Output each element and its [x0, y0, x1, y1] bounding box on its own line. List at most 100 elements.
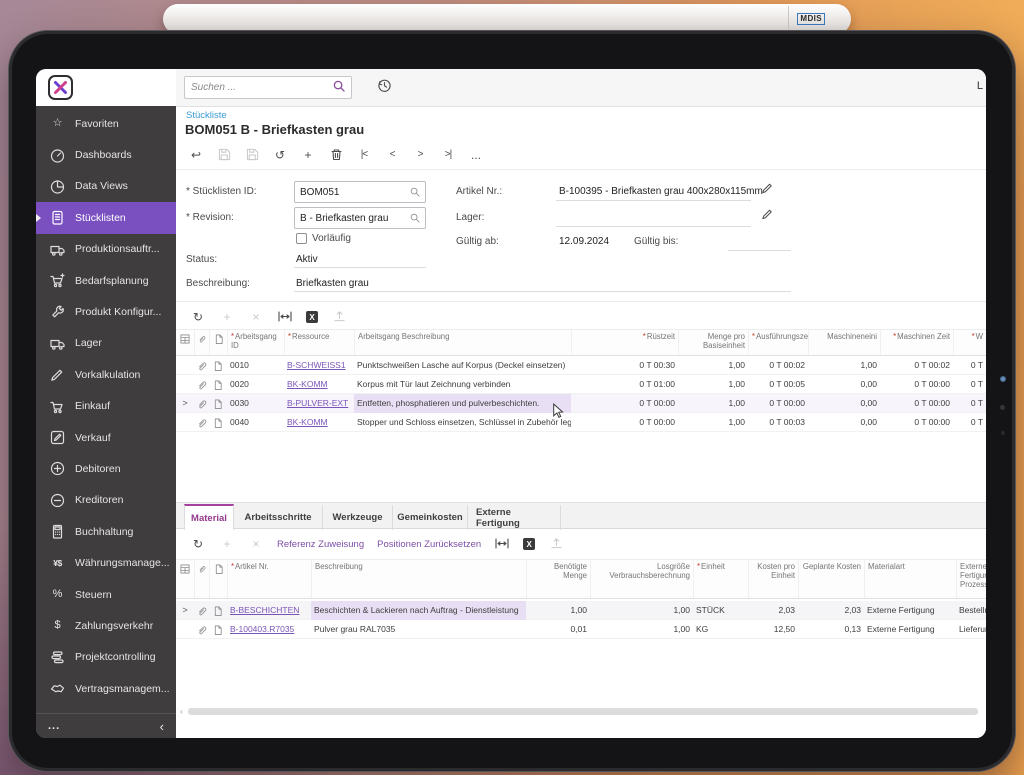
col-materialart[interactable]: Materialart	[864, 560, 956, 598]
cell-beschreibung[interactable]: Beschichten & Lackieren nach Auftrag - D…	[311, 601, 526, 620]
note-icon[interactable]	[209, 375, 227, 394]
tab-material[interactable]: Material	[184, 504, 234, 530]
attachment-icon[interactable]	[194, 394, 209, 413]
sidebar-item-stuecklisten[interactable]: Stücklisten	[36, 202, 176, 234]
breadcrumb[interactable]: Stückliste	[186, 110, 227, 121]
attachment-icon[interactable]	[194, 375, 209, 394]
attachment-icon[interactable]	[194, 620, 209, 639]
stuecklisten-id-field[interactable]: BOM051	[294, 181, 426, 203]
ressource-link[interactable]: BK-KOMM	[287, 417, 328, 427]
delete-button[interactable]	[328, 148, 344, 163]
more-actions-button[interactable]: ...	[468, 149, 484, 161]
table-row[interactable]: 0040 BK-KOMM Stopper und Schloss einsetz…	[176, 413, 986, 432]
col-w-clipped[interactable]: *W	[953, 330, 986, 355]
col-kosten-pro-einheit[interactable]: Kosten pro Einheit	[748, 560, 798, 598]
sidebar-item-buchhaltung[interactable]: Buchhaltung	[36, 516, 176, 547]
sidebar-item-einkauf[interactable]: Einkauf	[36, 391, 176, 422]
attachment-icon[interactable]	[194, 413, 209, 432]
sidebar-item-data-views[interactable]: Data Views	[36, 171, 176, 202]
tab-gemeinkosten[interactable]: Gemeinkosten	[393, 505, 468, 530]
col-arbeitsgang-beschreibung[interactable]: Arbeitsgang Beschreibung	[354, 330, 571, 355]
sidebar-item-produktionsauftraege[interactable]: Produktionsauftr...	[36, 234, 176, 265]
sidebar-collapse-button[interactable]: ‹	[160, 720, 164, 733]
sidebar-item-dashboards[interactable]: Dashboards	[36, 139, 176, 170]
edit-pencil-icon[interactable]	[761, 181, 773, 199]
app-logo[interactable]	[48, 75, 73, 100]
sidebar-item-lager[interactable]: Lager	[36, 328, 176, 359]
add-record-button[interactable]: +	[300, 149, 316, 161]
fit-width-icon[interactable]	[277, 310, 293, 324]
refresh-icon[interactable]: ↻	[190, 538, 206, 550]
positionen-zuruecksetzen-action[interactable]: Positionen Zurücksetzen	[377, 539, 481, 550]
gueltig-ab-value[interactable]: 12.09.2024	[559, 236, 609, 247]
col-ressource[interactable]: *Ressource	[284, 330, 354, 355]
artikel-nr-value[interactable]: B-100395 - Briefkasten grau 400x280x115m…	[559, 186, 763, 197]
ressource-link[interactable]: B-PULVER-EXT	[287, 398, 348, 408]
upload-icon[interactable]	[548, 537, 564, 551]
save-close-button[interactable]	[216, 148, 232, 163]
add-row-icon[interactable]: +	[219, 538, 235, 550]
export-excel-icon[interactable]: X	[523, 538, 536, 550]
tab-externe-fertigung[interactable]: Externe Fertigung	[468, 505, 561, 530]
tab-werkzeuge[interactable]: Werkzeuge	[323, 505, 393, 530]
attachment-icon[interactable]	[194, 601, 209, 620]
horizontal-scrollbar[interactable]: ‹	[180, 707, 978, 716]
fit-width-icon[interactable]	[494, 537, 510, 551]
table-settings-icon[interactable]	[176, 330, 194, 355]
note-icon[interactable]	[209, 413, 227, 432]
delete-row-icon[interactable]: ×	[248, 538, 264, 550]
ressource-link[interactable]: BK-KOMM	[287, 379, 328, 389]
table-row[interactable]: B-100403.R7035 Pulver grau RAL7035 0,01 …	[176, 620, 986, 639]
undo-button[interactable]: ↺	[272, 149, 288, 161]
table-settings-icon[interactable]	[176, 560, 194, 598]
sidebar-more-button[interactable]: ...	[48, 721, 60, 732]
lookup-icon[interactable]	[410, 213, 420, 223]
referenz-zuweisung-action[interactable]: Referenz Zuweisung	[277, 539, 364, 550]
search-box[interactable]	[184, 76, 352, 99]
upload-icon[interactable]	[331, 310, 347, 324]
history-icon[interactable]	[376, 77, 393, 99]
sidebar-item-vorkalkulation[interactable]: Vorkalkulation	[36, 359, 176, 390]
refresh-icon[interactable]: ↻	[190, 311, 206, 323]
search-icon[interactable]	[333, 79, 345, 97]
table-row[interactable]: 0010 B-SCHWEISS1 Punktschweißen Lasche a…	[176, 356, 986, 375]
sidebar-item-waehrungsmanagement[interactable]: ¥$ Währungsmanage...	[36, 547, 176, 578]
edit-pencil-icon[interactable]	[761, 207, 773, 225]
sidebar-item-projektcontrolling[interactable]: Projektcontrolling	[36, 642, 176, 673]
col-ruestzeit[interactable]: *Rüstzeit	[571, 330, 678, 355]
table-row[interactable]: 0020 BK-KOMM Korpus mit Tür laut Zeichnu…	[176, 375, 986, 394]
col-losgroesse[interactable]: Losgröße Verbrauchsberechnung	[590, 560, 693, 598]
sidebar-item-produkt-konfigurator[interactable]: Produkt Konfigur...	[36, 296, 176, 327]
next-record-button[interactable]: >	[412, 150, 428, 160]
back-button[interactable]: ↩	[188, 149, 204, 161]
attachment-icon[interactable]	[194, 356, 209, 375]
lookup-icon[interactable]	[410, 187, 420, 197]
search-input[interactable]	[185, 82, 333, 93]
vorlaeufig-checkbox[interactable]	[296, 233, 307, 244]
col-maschinen-zeit[interactable]: *Maschinen Zeit	[880, 330, 953, 355]
col-maschineneinheit[interactable]: Maschineneini	[808, 330, 880, 355]
first-record-button[interactable]: |<	[356, 150, 372, 160]
col-artikel-nr[interactable]: *Artikel Nr.	[227, 560, 311, 598]
col-menge-pro-basiseinheit[interactable]: Menge pro Basiseinheit	[678, 330, 748, 355]
cell-beschreibung[interactable]: Entfetten, phosphatieren und pulverbesch…	[354, 394, 571, 413]
sidebar-item-favoriten[interactable]: ☆ Favoriten	[36, 108, 176, 139]
sidebar-item-bedarfsplanung[interactable]: Bedarfsplanung	[36, 265, 176, 296]
note-icon[interactable]	[209, 601, 227, 620]
sidebar-item-zahlungsverkehr[interactable]: $ Zahlungsverkehr	[36, 610, 176, 641]
col-geplante-kosten[interactable]: Geplante Kosten	[798, 560, 864, 598]
col-beschreibung[interactable]: Beschreibung	[311, 560, 526, 598]
sidebar-item-vertragsmanagement[interactable]: Vertragsmanagem...	[36, 673, 176, 704]
col-einheit[interactable]: *Einheit	[693, 560, 748, 598]
export-excel-icon[interactable]: X	[306, 311, 318, 323]
sidebar-item-steuern[interactable]: % Steuern	[36, 579, 176, 610]
note-icon[interactable]	[209, 394, 227, 413]
add-row-icon[interactable]: +	[219, 311, 235, 323]
col-benoetigte-menge[interactable]: Benötigte Menge	[526, 560, 590, 598]
tab-arbeitsschritte[interactable]: Arbeitsschritte	[234, 505, 323, 530]
last-record-button[interactable]: >|	[440, 150, 456, 160]
delete-row-icon[interactable]: ×	[248, 311, 264, 323]
sidebar-item-kreditoren[interactable]: Kreditoren	[36, 485, 176, 516]
table-row-selected[interactable]: > B-BESCHICHTEN Beschichten & Lackieren …	[176, 601, 986, 620]
scroll-left-arrow[interactable]: ‹	[180, 707, 183, 716]
